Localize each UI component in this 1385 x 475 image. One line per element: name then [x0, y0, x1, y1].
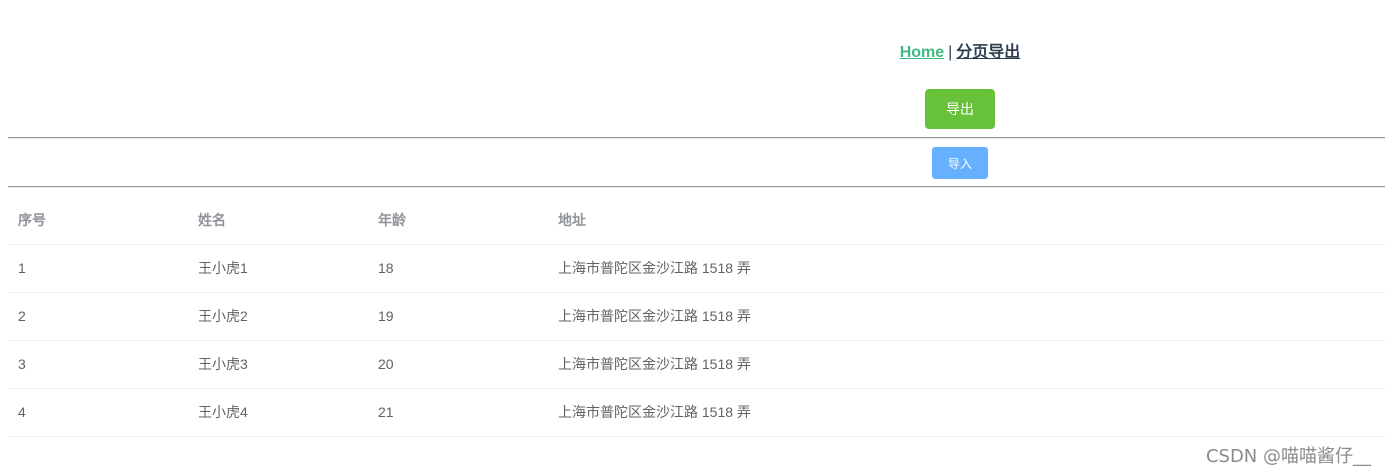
cell-name: 王小虎1: [198, 260, 248, 276]
nav-link-page-export[interactable]: 分页导出: [956, 44, 1020, 61]
cell-address: 上海市普陀区金沙江路 1518 弄: [558, 260, 751, 276]
import-button[interactable]: 导入: [932, 147, 988, 179]
export-button[interactable]: 导出: [925, 89, 995, 129]
table-row[interactable]: 3 王小虎3 20 上海市普陀区金沙江路 1518 弄: [8, 341, 1385, 389]
cell-address: 上海市普陀区金沙江路 1518 弄: [558, 356, 751, 372]
cell-name: 王小虎3: [198, 356, 248, 372]
data-table: 序号 姓名 年龄 地址 1 王小虎1 18 上海市普陀区金沙江路 1518 弄 …: [8, 197, 1385, 437]
table-row[interactable]: 2 王小虎2 19 上海市普陀区金沙江路 1518 弄: [8, 293, 1385, 341]
table-header-row: 序号 姓名 年龄 地址: [8, 197, 1385, 245]
column-header-name[interactable]: 姓名: [188, 197, 378, 244]
divider-bottom: [8, 186, 1385, 188]
cell-age: 21: [378, 404, 394, 420]
column-header-address[interactable]: 地址: [548, 197, 1158, 244]
cell-age: 18: [378, 260, 394, 276]
watermark-text: CSDN @喵喵酱仔__: [1205, 446, 1371, 467]
cell-address: 上海市普陀区金沙江路 1518 弄: [558, 404, 751, 420]
top-nav: Home | 分页导出: [840, 38, 1080, 62]
cell-index: 1: [18, 260, 26, 276]
cell-name: 王小虎2: [198, 308, 248, 324]
divider-top: [8, 137, 1385, 139]
nav-link-home[interactable]: Home: [900, 44, 944, 61]
cell-address: 上海市普陀区金沙江路 1518 弄: [558, 308, 751, 324]
table-row[interactable]: 4 王小虎4 21 上海市普陀区金沙江路 1518 弄: [8, 389, 1385, 437]
table-row[interactable]: 1 王小虎1 18 上海市普陀区金沙江路 1518 弄: [8, 245, 1385, 293]
column-header-index[interactable]: 序号: [8, 197, 198, 244]
nav-separator: |: [948, 44, 953, 61]
column-header-age[interactable]: 年龄: [368, 197, 558, 244]
cell-index: 2: [18, 308, 26, 324]
page: Home | 分页导出 导出 导入 序号 姓名 年龄 地址 1 王小虎1 18 上海…: [0, 0, 1385, 475]
cell-index: 4: [18, 404, 26, 420]
cell-age: 20: [378, 356, 394, 372]
cell-age: 19: [378, 308, 394, 324]
cell-name: 王小虎4: [198, 404, 248, 420]
cell-index: 3: [18, 356, 26, 372]
